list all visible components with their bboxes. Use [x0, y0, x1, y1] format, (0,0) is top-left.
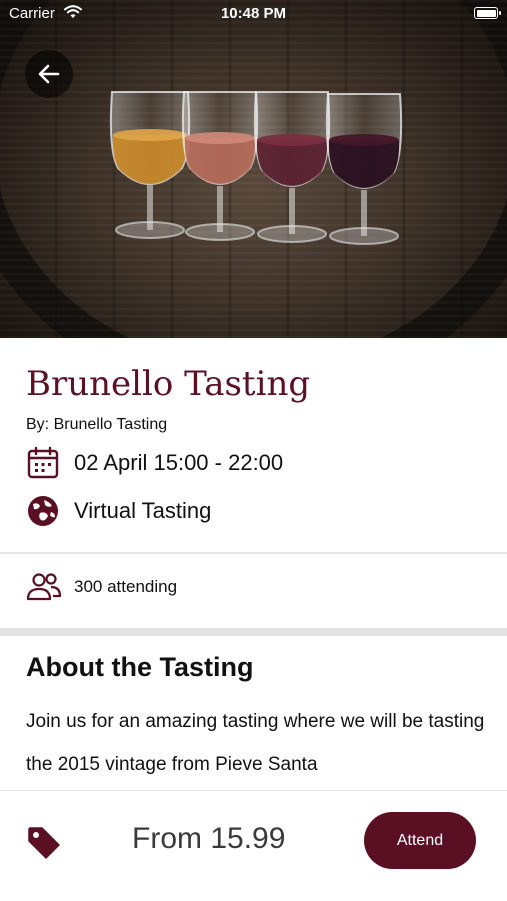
- hero-image: Carrier 10:48 PM: [0, 0, 507, 338]
- attend-button[interactable]: Attend: [364, 812, 476, 869]
- event-venue-row: Virtual Tasting: [26, 494, 211, 528]
- calendar-icon: [27, 446, 59, 479]
- arrow-left-icon: [38, 64, 60, 84]
- status-time: 10:48 PM: [220, 5, 287, 22]
- organizer-line: By: Brunello Tasting: [26, 416, 168, 433]
- back-button[interactable]: [25, 50, 73, 98]
- price-label: From 15.99: [132, 822, 286, 855]
- about-description: Join us for an amazing tasting where we …: [26, 711, 485, 775]
- wine-glass-rose: [181, 91, 259, 241]
- wine-glass-red-light: [253, 91, 331, 243]
- wine-glass-red-dark: [325, 93, 403, 245]
- bottom-action-bar: From 15.99 Attend: [0, 790, 507, 901]
- event-date-row: 02 April 15:00 - 22:00: [26, 446, 283, 480]
- attending-row[interactable]: 300 attending: [26, 572, 177, 602]
- section-divider: [0, 628, 507, 636]
- wine-glass-white: [109, 91, 191, 239]
- attending-count: 300 attending: [74, 577, 178, 596]
- battery-icon: [474, 7, 501, 19]
- event-title: Brunello Tasting: [26, 364, 311, 404]
- wine-glasses-illustration: [109, 91, 403, 245]
- people-icon: [26, 573, 62, 601]
- event-venue-text: Virtual Tasting: [74, 498, 212, 523]
- about-heading: About the Tasting: [26, 652, 254, 682]
- price-tag-icon: [28, 827, 60, 859]
- globe-icon: [28, 496, 58, 526]
- event-date-text: 02 April 15:00 - 22:00: [74, 450, 284, 475]
- status-bar: Carrier 10:48 PM: [0, 0, 507, 28]
- divider: [0, 552, 507, 554]
